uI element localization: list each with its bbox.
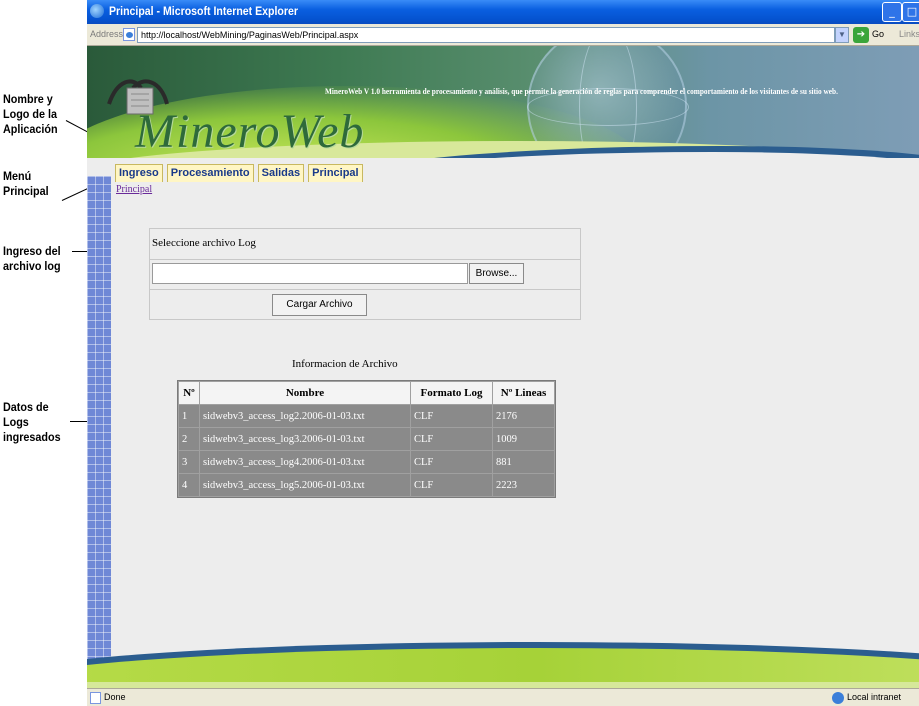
window-title: Principal - Microsoft Internet Explorer — [109, 4, 298, 18]
table-row: 4 sidwebv3_access_log5.2006-01-03.txt CL… — [179, 474, 554, 496]
log-files-table: Nº Nombre Formato Log Nº Lineas 1 sidweb… — [177, 380, 556, 498]
annotation-line: Logo de la — [3, 107, 57, 121]
go-arrow-icon[interactable]: ➔ — [853, 27, 869, 43]
cell-format: CLF — [411, 428, 492, 450]
ie-logo-icon — [90, 4, 104, 18]
table-row: 3 sidwebv3_access_log4.2006-01-03.txt CL… — [179, 451, 554, 473]
cell-number: 1 — [179, 405, 199, 427]
page-viewport: MineroWeb V 1.0 herramienta de procesami… — [87, 46, 919, 688]
annotation-log-input: Ingreso del archivo log — [3, 244, 61, 274]
cell-name: sidwebv3_access_log5.2006-01-03.txt — [200, 474, 410, 496]
table-header-row: Nº Nombre Formato Log Nº Lineas — [179, 382, 554, 404]
header-number: Nº — [179, 382, 199, 404]
upload-row-file: Browse... — [150, 260, 580, 290]
cell-number: 3 — [179, 451, 199, 473]
load-file-button[interactable]: Cargar Archivo — [272, 294, 367, 316]
table-row: 2 sidwebv3_access_log3.2006-01-03.txt CL… — [179, 428, 554, 450]
cell-lines: 1009 — [493, 428, 554, 450]
annotation-line: Principal — [3, 184, 49, 198]
page-icon — [123, 28, 135, 41]
annotation-line: Aplicación — [3, 122, 58, 136]
app-tagline: MineroWeb V 1.0 herramienta de procesami… — [325, 86, 838, 96]
cell-format: CLF — [411, 474, 492, 496]
app-logo-text: MineroWeb — [135, 105, 365, 158]
footer-wave-band — [87, 642, 919, 688]
browser-window: Principal - Microsoft Internet Explorer … — [87, 0, 919, 706]
annotation-line: Ingreso del — [3, 244, 61, 258]
annotation-line: archivo log — [3, 259, 61, 273]
header-format: Formato Log — [411, 382, 492, 404]
minimize-icon[interactable]: _ — [882, 2, 902, 22]
annotation-line: Menú — [3, 169, 32, 183]
file-path-input[interactable] — [152, 263, 468, 284]
menu-item-ingreso[interactable]: Ingreso — [115, 164, 163, 182]
menu-item-principal[interactable]: Principal — [308, 164, 363, 182]
annotation-line: Datos de — [3, 400, 49, 414]
security-zone: Local intranet — [847, 692, 902, 702]
annotation-main-menu: Menú Principal — [3, 169, 49, 199]
header-name: Nombre — [200, 382, 410, 404]
menu-item-salidas[interactable]: Salidas — [257, 164, 305, 182]
address-label: Address — [90, 29, 124, 39]
cell-format: CLF — [411, 405, 492, 427]
upload-prompt: Seleccione archivo Log — [152, 237, 256, 249]
cell-format: CLF — [411, 451, 492, 473]
address-input[interactable]: http://localhost/WebMining/PaginasWeb/Pr… — [137, 27, 835, 43]
go-button[interactable]: Go — [872, 29, 884, 39]
cell-lines: 2176 — [493, 405, 554, 427]
log-upload-panel: Seleccione archivo Log Browse... Cargar … — [149, 228, 581, 320]
status-bar: Done Local intranet — [87, 688, 919, 706]
status-text: Done — [104, 692, 126, 702]
annotation-app-name-logo: Nombre y Logo de la Aplicación — [3, 92, 58, 137]
table-row: 1 sidwebv3_access_log2.2006-01-03.txt CL… — [179, 405, 554, 427]
address-bar: Address http://localhost/WebMining/Pagin… — [87, 24, 919, 46]
cell-number: 2 — [179, 428, 199, 450]
browse-button[interactable]: Browse... — [469, 263, 524, 284]
annotation-line: Logs — [3, 415, 29, 429]
left-decorative-stripe — [87, 176, 111, 681]
maximize-icon[interactable]: □ — [902, 2, 919, 22]
header-lines: Nº Lineas — [493, 382, 554, 404]
intranet-globe-icon — [832, 692, 844, 704]
links-button[interactable]: Links — [899, 29, 919, 39]
cell-name: sidwebv3_access_log3.2006-01-03.txt — [200, 428, 410, 450]
title-bar: Principal - Microsoft Internet Explorer … — [87, 0, 919, 24]
app-banner: MineroWeb V 1.0 herramienta de procesami… — [87, 46, 919, 176]
cell-lines: 2223 — [493, 474, 554, 496]
upload-row-action: Cargar Archivo — [150, 290, 580, 320]
chevron-down-icon[interactable]: ▼ — [835, 27, 849, 43]
main-menu: Ingreso Procesamiento Salidas Principal — [115, 164, 363, 182]
table-caption: Informacion de Archivo — [292, 358, 398, 370]
page-done-icon — [90, 692, 101, 704]
cell-name: sidwebv3_access_log4.2006-01-03.txt — [200, 451, 410, 473]
upload-row-label: Seleccione archivo Log — [150, 229, 580, 260]
annotation-line: ingresados — [3, 430, 61, 444]
cell-lines: 881 — [493, 451, 554, 473]
annotation-line: Nombre y — [3, 92, 53, 106]
menu-item-procesamiento[interactable]: Procesamiento — [166, 164, 254, 182]
annotation-log-data: Datos de Logs ingresados — [3, 400, 61, 445]
breadcrumb-principal[interactable]: Principal — [116, 184, 152, 195]
cell-name: sidwebv3_access_log2.2006-01-03.txt — [200, 405, 410, 427]
cell-number: 4 — [179, 474, 199, 496]
